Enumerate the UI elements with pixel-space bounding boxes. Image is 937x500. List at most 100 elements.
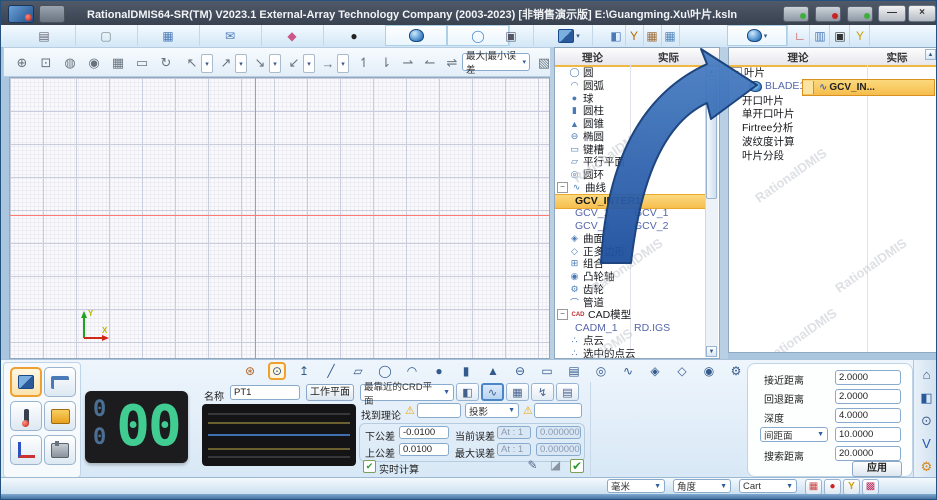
toolbar-probe-angle-b-icon[interactable]: ↗ bbox=[216, 53, 236, 73]
minimize-button[interactable]: — bbox=[878, 5, 906, 22]
toolbar-zoom-window-icon[interactable]: ⊡ bbox=[36, 53, 56, 73]
tree-item-曲面[interactable]: ◈曲面 bbox=[555, 232, 706, 245]
ribbon-tab-probe-black[interactable]: ● bbox=[323, 25, 386, 46]
feature-gear-icon[interactable]: ⚙ bbox=[727, 362, 745, 380]
scroll-down-icon[interactable]: ▼ bbox=[706, 346, 717, 357]
toolbar-view-eye-icon[interactable]: ◉ bbox=[84, 53, 104, 73]
toolbar-probe-angle-d-icon[interactable]: ↙ bbox=[284, 53, 304, 73]
feature-surface-icon[interactable]: ◈ bbox=[646, 362, 664, 380]
feature-point-icon[interactable]: ⊙ bbox=[268, 362, 286, 380]
ribbon-tab-printer[interactable]: ▤ bbox=[13, 25, 76, 46]
scroll-thumb[interactable] bbox=[706, 79, 717, 199]
feature-probe-hits-icon[interactable]: ⊛ bbox=[241, 362, 259, 380]
report-edit-icon[interactable]: ✎ bbox=[525, 458, 540, 473]
remote-controller-icon[interactable] bbox=[783, 6, 809, 22]
ribbon-tab-flag-y[interactable]: Y bbox=[851, 25, 870, 46]
tree-item-波纹度计算[interactable]: 波纹度计算 bbox=[729, 135, 936, 148]
projection-dropdown[interactable]: 投影▼ bbox=[465, 403, 519, 418]
tree-item-CAD模型[interactable]: −CADCAD模型 bbox=[555, 308, 706, 321]
tree-item-凸轮轴[interactable]: ◉凸轮轴 bbox=[555, 270, 706, 283]
ribbon-tab-color-diamond[interactable]: ◆ bbox=[261, 25, 324, 46]
tree-item-叶片[interactable]: −叶片 bbox=[729, 66, 936, 79]
graphics-viewport[interactable]: Y X bbox=[9, 77, 550, 359]
ribbon-tab-measure-blob[interactable] bbox=[385, 25, 448, 46]
expand-toggle[interactable]: − bbox=[731, 67, 742, 78]
toolbar-probe-angle-b-caret[interactable]: ▾ bbox=[235, 54, 247, 73]
toolbar-probe-angle-c-caret[interactable]: ▾ bbox=[269, 54, 281, 73]
feature-parallel-planes-icon[interactable]: ▤ bbox=[565, 362, 583, 380]
unit-dropdown[interactable]: 毫米▼ bbox=[607, 479, 665, 493]
feature-cam-icon[interactable]: ◉ bbox=[700, 362, 718, 380]
name-input[interactable]: PT1 bbox=[230, 385, 300, 400]
ribbon-tab-message[interactable]: ✉ bbox=[199, 25, 262, 46]
fixture-label-button[interactable] bbox=[44, 401, 76, 431]
feature-slot-icon[interactable]: ▭ bbox=[538, 362, 556, 380]
coordinate-dropdown[interactable]: Cart▼ bbox=[739, 479, 797, 493]
machine-icon[interactable]: ⌂ bbox=[917, 365, 936, 384]
close-button[interactable]: × bbox=[908, 5, 936, 22]
realtime-checkbox[interactable]: ✔ bbox=[363, 460, 376, 473]
toolbar-annotation-icon[interactable]: ▭ bbox=[132, 53, 152, 73]
tree-item-CADM_1[interactable]: CADM_1RD.IGS bbox=[555, 321, 706, 334]
param-0-input[interactable]: 2.0000 bbox=[835, 370, 901, 385]
probe-v-icon[interactable]: V bbox=[917, 434, 936, 453]
stop-ball-icon[interactable]: ● bbox=[824, 479, 841, 495]
found-theory-input[interactable] bbox=[417, 403, 461, 418]
feature-vector-point-icon[interactable]: ↥ bbox=[295, 362, 313, 380]
tab-result-table[interactable]: ▦ bbox=[506, 383, 529, 401]
param-4-input[interactable]: 20.0000 bbox=[835, 446, 901, 461]
confirm-check-icon[interactable]: ✔ bbox=[570, 459, 584, 473]
ribbon-tab-chart-window[interactable]: ▥ bbox=[811, 25, 830, 46]
expand-toggle[interactable]: − bbox=[557, 309, 568, 320]
tree-item-选中的点云[interactable]: ∴选中的点云 bbox=[555, 347, 706, 360]
app-icon[interactable] bbox=[8, 5, 34, 23]
expand-toggle[interactable]: − bbox=[557, 182, 568, 193]
feature-circle-icon[interactable]: ◯ bbox=[376, 362, 394, 380]
toolbar-probe-angle-a-icon[interactable]: ↖ bbox=[182, 53, 202, 73]
ribbon-tab-mask[interactable]: ▦ bbox=[643, 25, 662, 46]
feature-curve-icon[interactable]: ∿ bbox=[619, 362, 637, 380]
param-3-input[interactable]: 10.0000 bbox=[835, 427, 901, 442]
splitter-right[interactable] bbox=[720, 47, 728, 359]
tree-item-键槽[interactable]: ▭键槽 bbox=[555, 143, 706, 156]
tree-item-圆柱[interactable]: ▮圆柱 bbox=[555, 104, 706, 117]
tree-item-圆环[interactable]: ◎圆环 bbox=[555, 168, 706, 181]
param-1-input[interactable]: 2.0000 bbox=[835, 389, 901, 404]
toolbar-probe-angle-e-icon[interactable]: → bbox=[318, 53, 338, 73]
toolbar-select-region-icon[interactable]: ▦ bbox=[108, 53, 128, 73]
tab-waveform[interactable]: ∿ bbox=[481, 383, 504, 401]
toolbar-probe-angle-e-caret[interactable]: ▾ bbox=[337, 54, 349, 73]
spacing-plane-dropdown[interactable]: 间距面▼ bbox=[760, 427, 828, 442]
toolbar-probe-head-b-icon[interactable]: ⇂ bbox=[376, 53, 396, 73]
projection-value-input[interactable] bbox=[534, 403, 582, 418]
ribbon-tab-view-blob[interactable]: ▾ bbox=[727, 25, 788, 46]
ribbon-tab-cube-small[interactable]: ◧ bbox=[607, 25, 626, 46]
angle-dropdown[interactable]: 角度▼ bbox=[673, 479, 731, 493]
tree-item-GCV_1[interactable]: GCV_1GCV_1 bbox=[555, 206, 706, 219]
workplane-button[interactable]: 工作平面 bbox=[306, 384, 354, 401]
feature-sphere-icon[interactable]: ● bbox=[430, 362, 448, 380]
toolbar-orbit-icon[interactable]: ◍ bbox=[60, 53, 80, 73]
tree-item-开口叶片[interactable]: 开口叶片 bbox=[729, 94, 936, 107]
toolbar-pan-icon[interactable]: ⊕ bbox=[12, 53, 32, 73]
axes-xyz-button[interactable] bbox=[10, 435, 42, 465]
probe-cube-icon[interactable]: ◧ bbox=[917, 388, 936, 407]
tab-cube-list[interactable]: ▤ bbox=[556, 383, 579, 401]
toolbar-probe-rotate-icon[interactable]: ↻ bbox=[156, 53, 176, 73]
tree-item-正多边形[interactable]: ◇正多边形 bbox=[555, 245, 706, 258]
eraser-icon[interactable]: ◪ bbox=[548, 458, 563, 473]
tree-item-圆[interactable]: ◯圆 bbox=[555, 66, 706, 79]
toolbar-probe-head-c-icon[interactable]: ⇀ bbox=[398, 53, 418, 73]
tree-item-齿轮[interactable]: ⚙齿轮 bbox=[555, 283, 706, 296]
param-2-input[interactable]: 4.0000 bbox=[835, 408, 901, 423]
scroll-up-icon[interactable]: ▲ bbox=[706, 66, 717, 77]
feature-arc-icon[interactable]: ◠ bbox=[403, 362, 421, 380]
ribbon-tab-document[interactable]: ▢ bbox=[75, 25, 138, 46]
magnifier-icon[interactable]: ⊙ bbox=[917, 411, 936, 430]
feature-cylinder-icon[interactable]: ▮ bbox=[457, 362, 475, 380]
toolbar-probe-angle-c-icon[interactable]: ↘ bbox=[250, 53, 270, 73]
feature-ellipse-icon[interactable]: ⊖ bbox=[511, 362, 529, 380]
toolbar-probe-head-a-icon[interactable]: ↿ bbox=[354, 53, 374, 73]
tree-item-圆锥[interactable]: ▲圆锥 bbox=[555, 117, 706, 130]
toolbar-probe-angle-a-caret[interactable]: ▾ bbox=[201, 54, 213, 73]
